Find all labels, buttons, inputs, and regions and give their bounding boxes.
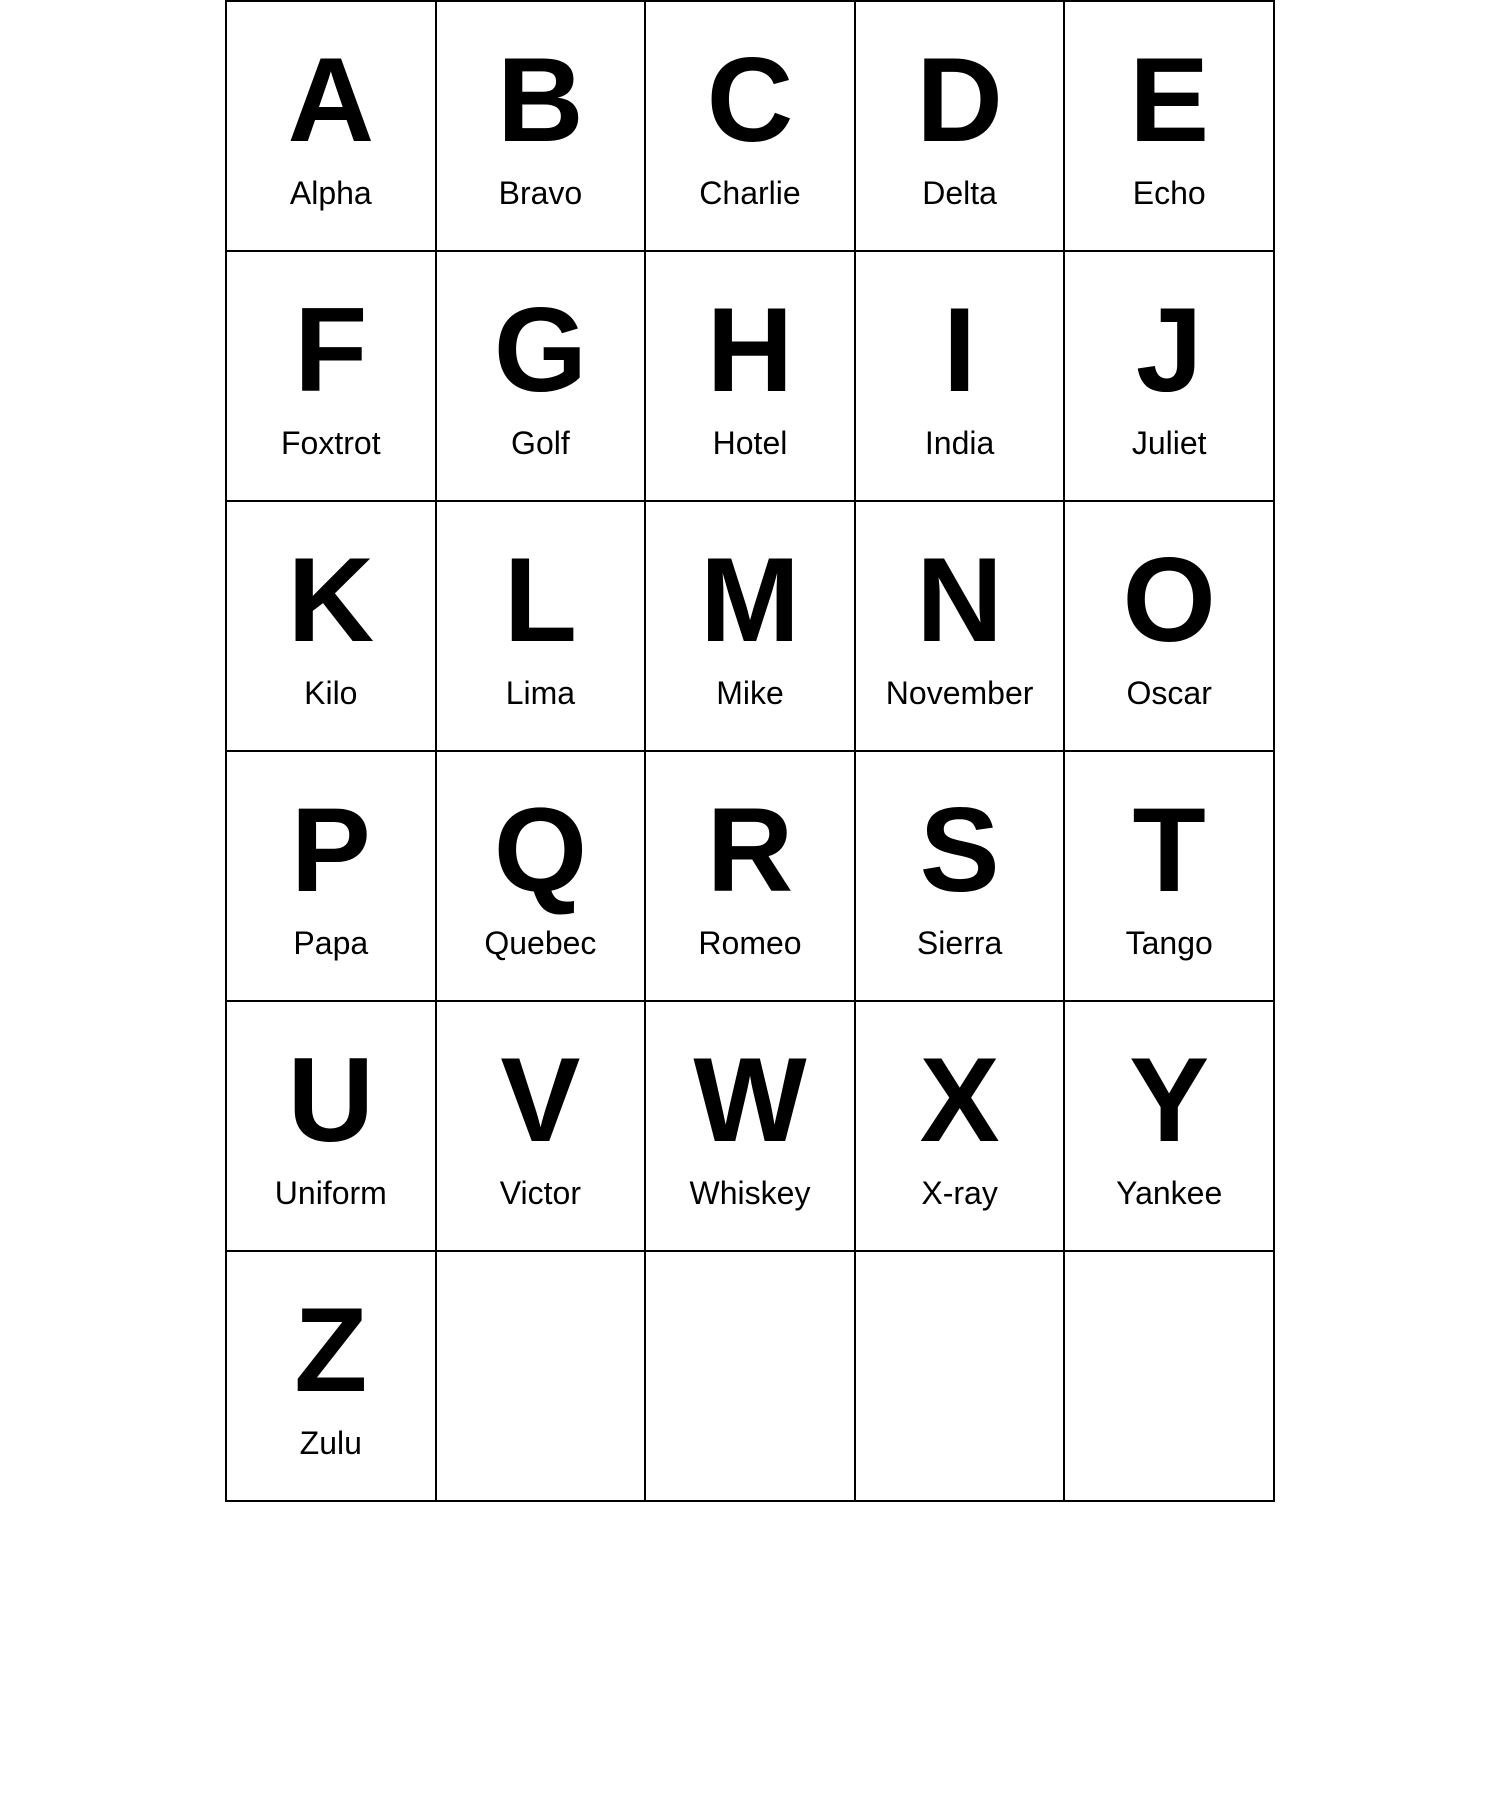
word-mike: Mike [716,675,784,712]
word-quebec: Quebec [484,925,596,962]
cell-r: R Romeo [646,752,856,1002]
letter-q: Q [494,790,587,910]
letter-w: W [693,1040,806,1160]
cell-s: S Sierra [856,752,1066,1002]
letter-a: A [287,40,374,160]
word-oscar: Oscar [1127,675,1212,712]
cell-y: Y Yankee [1065,1002,1275,1252]
cell-f: F Foxtrot [227,252,437,502]
cell-x: X X-ray [856,1002,1066,1252]
cell-g: G Golf [437,252,647,502]
cell-i: I India [856,252,1066,502]
cell-empty-1 [646,1252,856,1502]
word-india: India [925,425,994,462]
word-whiskey: Whiskey [690,1175,811,1212]
cell-d: D Delta [856,2,1066,252]
letter-u: U [287,1040,374,1160]
word-zulu: Zulu [300,1425,362,1462]
cell-u: U Uniform [227,1002,437,1252]
letter-b: B [497,40,584,160]
cell-b: B Bravo [437,2,647,252]
cell-m: M Mike [646,502,856,752]
letter-g: G [494,290,587,410]
letter-l: L [504,540,577,660]
word-hotel: Hotel [713,425,788,462]
cell-k: K Kilo [227,502,437,752]
letter-j: J [1136,290,1203,410]
nato-alphabet-grid: A Alpha B Bravo C Charlie D Delta E Echo F Foxtrot G… [225,0,1275,1502]
letter-p: P [291,790,371,910]
word-papa: Papa [293,925,368,962]
cell-empty-3 [1065,1252,1275,1502]
word-uniform: Uniform [275,1175,387,1212]
word-x-ray: X-ray [921,1175,997,1212]
letter-e: E [1129,40,1209,160]
cell-l: L Lima [437,502,647,752]
letter-s: S [920,790,1000,910]
cell-empty-2 [856,1252,1066,1502]
cell-v: V Victor [437,1002,647,1252]
cell-e: E Echo [1065,2,1275,252]
cell-p: P Papa [227,752,437,1002]
word-charlie: Charlie [699,175,800,212]
cell-n: N November [856,502,1066,752]
letter-z: Z [294,1290,367,1410]
word-bravo: Bravo [499,175,583,212]
word-kilo: Kilo [304,675,357,712]
cell-w: W Whiskey [646,1002,856,1252]
word-november: November [886,675,1034,712]
letter-o: O [1123,540,1216,660]
letter-h: H [707,290,794,410]
cell-h: H Hotel [646,252,856,502]
word-victor: Victor [500,1175,581,1212]
word-juliet: Juliet [1132,425,1207,462]
letter-m: M [700,540,800,660]
word-delta: Delta [922,175,997,212]
word-lima: Lima [506,675,575,712]
letter-n: N [916,540,1003,660]
word-echo: Echo [1133,175,1206,212]
letter-r: R [707,790,794,910]
cell-o: O Oscar [1065,502,1275,752]
cell-j: J Juliet [1065,252,1275,502]
letter-v: V [500,1040,580,1160]
cell-c: C Charlie [646,2,856,252]
cell-z: Z Zulu [227,1252,437,1502]
letter-t: T [1133,790,1206,910]
word-romeo: Romeo [698,925,801,962]
letter-x: X [920,1040,1000,1160]
letter-y: Y [1129,1040,1209,1160]
cell-q: Q Quebec [437,752,647,1002]
word-sierra: Sierra [917,925,1002,962]
cell-a: A Alpha [227,2,437,252]
letter-k: K [287,540,374,660]
word-golf: Golf [511,425,570,462]
word-tango: Tango [1126,925,1213,962]
word-alpha: Alpha [290,175,372,212]
word-foxtrot: Foxtrot [281,425,381,462]
cell-t: T Tango [1065,752,1275,1002]
letter-d: D [916,40,1003,160]
letter-c: C [707,40,794,160]
letter-f: F [294,290,367,410]
letter-i: I [943,290,976,410]
word-yankee: Yankee [1116,1175,1222,1212]
cell-empty-0 [437,1252,647,1502]
